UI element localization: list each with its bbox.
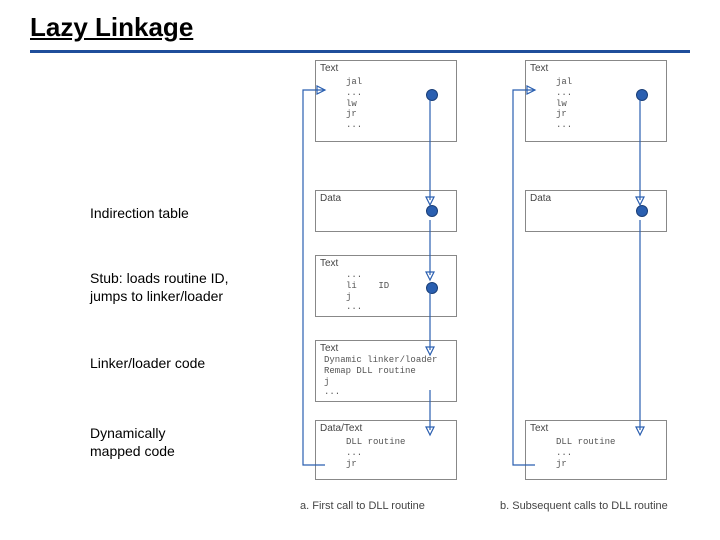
box-b-data-title: Data [530,193,551,204]
box-a-linker-title: Text [320,343,338,354]
label-stub: Stub: loads routine ID, jumps to linker/… [90,270,229,305]
caption-b: b. Subsequent calls to DLL routine [500,500,668,512]
panel-a: Text jal ... lw jr ... Data Text ... li … [295,60,475,510]
box-a-dll-title: Data/Text [320,423,362,434]
box-a-linker-code: Dynamic linker/loader Remap DLL routine … [324,355,437,398]
dot-a-text [426,89,438,101]
box-a-dll: Data/Text DLL routine ... jr [315,420,457,480]
box-a-dll-code: DLL routine ... jr [346,437,405,469]
box-b-dll-code: DLL routine ... jr [556,437,615,469]
box-b-text-title: Text [530,63,548,74]
panel-b: Text jal ... lw jr ... Data Text DLL rou… [505,60,685,510]
box-a-stub-code: ... li ID j ... [346,270,389,313]
dot-a-data [426,205,438,217]
label-linker: Linker/loader code [90,355,205,373]
label-mapped: Dynamically mapped code [90,425,175,460]
box-a-text-title: Text [320,63,338,74]
box-a-data: Data [315,190,457,232]
box-b-text: Text jal ... lw jr ... [525,60,667,142]
box-a-linker: Text Dynamic linker/loader Remap DLL rou… [315,340,457,402]
box-b-text-code: jal ... lw jr ... [556,77,572,131]
box-a-stub: Text ... li ID j ... [315,255,457,317]
box-b-dll-title: Text [530,423,548,434]
box-b-dll: Text DLL routine ... jr [525,420,667,480]
box-b-data: Data [525,190,667,232]
box-a-data-title: Data [320,193,341,204]
caption-a: a. First call to DLL routine [300,500,425,512]
box-a-text-code: jal ... lw jr ... [346,77,362,131]
dot-b-text [636,89,648,101]
box-a-text: Text jal ... lw jr ... [315,60,457,142]
dot-a-stub [426,282,438,294]
slide-title: Lazy Linkage [30,12,193,43]
title-rule [30,50,690,53]
dot-b-data [636,205,648,217]
label-indirection: Indirection table [90,205,189,223]
box-a-stub-title: Text [320,258,338,269]
